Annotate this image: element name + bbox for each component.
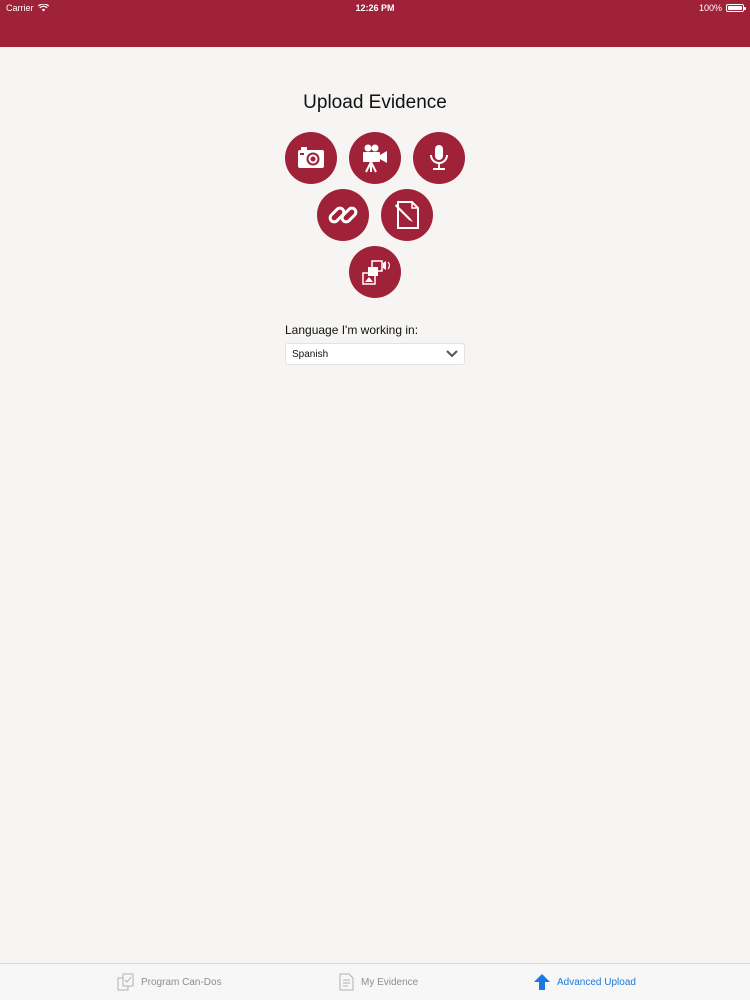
battery-percent: 100% bbox=[698, 3, 722, 13]
chevron-down-icon bbox=[446, 350, 458, 358]
media-gallery-icon bbox=[362, 260, 390, 285]
my-evidence-icon bbox=[339, 973, 354, 991]
tab-label: Advanced Upload bbox=[557, 976, 636, 988]
status-time: 12:26 PM bbox=[355, 3, 395, 13]
audio-upload-button[interactable] bbox=[413, 132, 465, 184]
video-camera-icon bbox=[363, 144, 387, 173]
media-upload-button[interactable] bbox=[349, 246, 401, 298]
camera-icon bbox=[298, 147, 324, 168]
link-icon bbox=[328, 206, 358, 224]
tab-advanced-upload[interactable]: Advanced Upload bbox=[533, 973, 636, 991]
tab-bar: Program Can-Dos My Evidence Advanced Upl… bbox=[0, 963, 750, 1000]
video-upload-button[interactable] bbox=[349, 132, 401, 184]
camera-upload-button[interactable] bbox=[285, 132, 337, 184]
app-header: Carrier 12:26 PM 100% bbox=[0, 0, 750, 47]
document-upload-button[interactable] bbox=[381, 189, 433, 241]
language-select[interactable]: Spanish bbox=[285, 343, 465, 365]
status-right: 100% bbox=[698, 0, 746, 16]
tab-label: Program Can-Dos bbox=[141, 976, 222, 988]
tab-label: My Evidence bbox=[361, 976, 419, 988]
battery-icon bbox=[726, 4, 746, 12]
document-edit-icon bbox=[395, 201, 419, 229]
upload-arrow-icon bbox=[534, 974, 550, 990]
tab-my-evidence[interactable]: My Evidence bbox=[337, 973, 418, 991]
language-selected-value: Spanish bbox=[292, 348, 329, 360]
program-can-dos-icon bbox=[117, 973, 134, 991]
link-upload-button[interactable] bbox=[317, 189, 369, 241]
language-label: Language I'm working in: bbox=[285, 323, 419, 337]
tab-program-can-dos[interactable]: Program Can-Dos bbox=[117, 973, 222, 991]
microphone-icon bbox=[430, 145, 448, 170]
page-title: Upload Evidence bbox=[303, 92, 447, 113]
status-bar: Carrier 12:26 PM 100% bbox=[0, 0, 750, 16]
